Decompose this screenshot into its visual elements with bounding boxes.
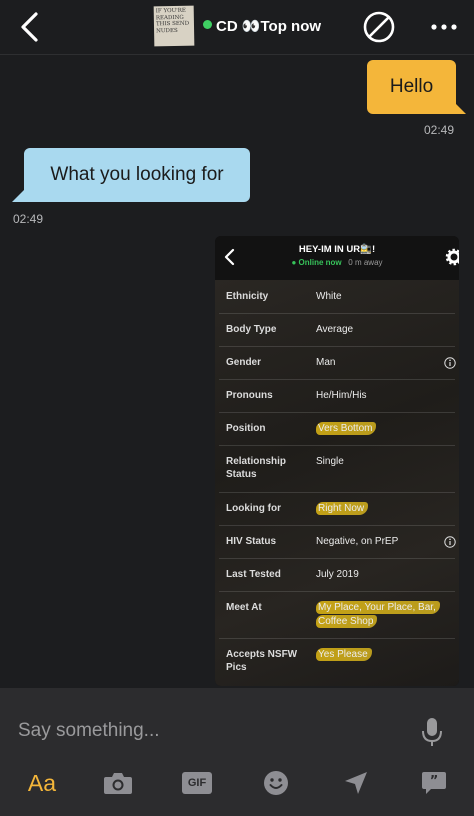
profile-row: Looking for Right Now <box>219 492 455 526</box>
profile-field-label: Looking for <box>226 503 281 514</box>
profile-field-label: Body Type <box>226 324 277 335</box>
svg-text:”: ” <box>430 774 439 789</box>
online-status-dot <box>203 20 212 29</box>
more-dots-icon <box>431 24 457 30</box>
profile-field-value: Right Now <box>316 502 454 516</box>
contact-name[interactable]: CD 👀Top now <box>216 17 321 35</box>
more-options-button[interactable] <box>428 10 460 44</box>
profile-row: Ethnicity White <box>219 280 455 314</box>
profile-details: Ethnicity White Body Type Average Gender… <box>215 280 459 686</box>
info-icon <box>444 536 456 548</box>
profile-header: HEY-IM IN UR🚉! ● Online now 0 m away <box>215 236 459 280</box>
message-composer: Aa GIF ” <box>0 688 474 816</box>
profile-row: Position Vers Bottom <box>219 412 455 446</box>
distance: 0 m away <box>348 258 383 267</box>
emoji-button[interactable] <box>262 768 290 798</box>
highlighted-value: Yes Please <box>316 648 372 661</box>
profile-field-label: Relationship Status <box>226 456 287 480</box>
back-button[interactable] <box>14 8 50 46</box>
highlighted-value: Right Now <box>316 502 369 515</box>
gear-icon <box>445 248 459 266</box>
profile-field-value: Man <box>316 357 336 368</box>
location-button[interactable] <box>342 768 370 798</box>
profile-field-label: HIV Status <box>226 536 277 547</box>
profile-field-value: Vers Bottom <box>316 422 454 436</box>
incoming-message-bubble[interactable]: What you looking for <box>24 148 250 202</box>
bubble-tail <box>448 96 466 114</box>
profile-row: Relationship Status Single <box>219 445 455 493</box>
profile-field-value: July 2019 <box>316 569 359 580</box>
profile-field-value: Single <box>316 456 344 467</box>
profile-name: HEY-IM IN UR🚉! <box>298 244 376 255</box>
block-icon <box>363 11 395 43</box>
profile-status-line: ● Online now 0 m away <box>215 258 459 267</box>
profile-field-value: Negative, on PrEP <box>316 536 399 547</box>
profile-field-value: My Place, Your Place, Bar, Coffee Shop <box>316 601 454 629</box>
profile-field-value: Average <box>316 324 354 335</box>
profile-row: HIV Status Negative, on PrEP <box>219 525 456 559</box>
profile-row: Last Tested July 2019 <box>219 558 455 592</box>
profile-row: Accepts NSFW Pics Yes Please <box>219 638 455 686</box>
chevron-left-icon <box>21 12 38 42</box>
profile-field-label: Pronouns <box>226 390 273 401</box>
profile-row: Meet At My Place, Your Place, Bar, Coffe… <box>219 591 455 639</box>
highlighted-value: My Place, Your Place, Bar, Coffee Shop <box>316 601 440 628</box>
highlighted-value: Vers Bottom <box>316 422 377 435</box>
camera-icon <box>104 773 132 794</box>
message-input[interactable] <box>18 716 398 746</box>
profile-field-value: White <box>316 291 342 302</box>
gif-label: GIF <box>182 772 212 794</box>
camera-button[interactable] <box>102 768 134 798</box>
message-timestamp: 02:49 <box>13 212 44 226</box>
message-text: Hello <box>389 76 434 97</box>
gif-button[interactable]: GIF <box>181 768 213 798</box>
profile-row: Gender Man <box>219 346 456 380</box>
profile-field-value: Yes Please <box>316 648 454 662</box>
profile-field-label: Position <box>226 423 266 434</box>
online-status: ● Online now <box>291 258 342 267</box>
quote-bubble-icon: ” <box>422 772 446 794</box>
message-timestamp: 02:49 <box>423 123 454 137</box>
profile-field-value: He/Him/His <box>316 390 367 401</box>
block-button[interactable] <box>362 10 396 44</box>
profile-row: Pronouns He/Him/His <box>219 379 455 413</box>
profile-row: Body Type Average <box>219 313 455 347</box>
avatar-handwritten-text: If you're reading this send nudes <box>155 7 190 34</box>
profile-field-label: Accepts NSFW Pics <box>226 649 298 673</box>
avatar[interactable]: If you're reading this send nudes <box>153 5 195 47</box>
microphone-icon <box>422 718 442 746</box>
microphone-button[interactable] <box>421 717 443 747</box>
smiley-icon <box>264 771 288 795</box>
message-text: What you looking for <box>50 164 224 185</box>
profile-field-label: Meet At <box>226 602 262 613</box>
saved-phrases-button[interactable]: ” <box>420 768 448 798</box>
profile-screenshot-image[interactable]: HEY-IM IN UR🚉! ● Online now 0 m away Eth… <box>215 236 459 686</box>
location-arrow-icon <box>345 772 367 794</box>
profile-field-label: Gender <box>226 357 262 368</box>
profile-field-label: Ethnicity <box>226 291 269 302</box>
text-format-button[interactable]: Aa <box>22 768 62 798</box>
info-icon <box>444 357 456 369</box>
chat-header: If you're reading this send nudes CD 👀To… <box>0 0 474 55</box>
outgoing-message-bubble[interactable]: Hello <box>367 60 456 114</box>
profile-field-label: Last Tested <box>226 569 281 580</box>
bubble-tail <box>12 184 30 202</box>
